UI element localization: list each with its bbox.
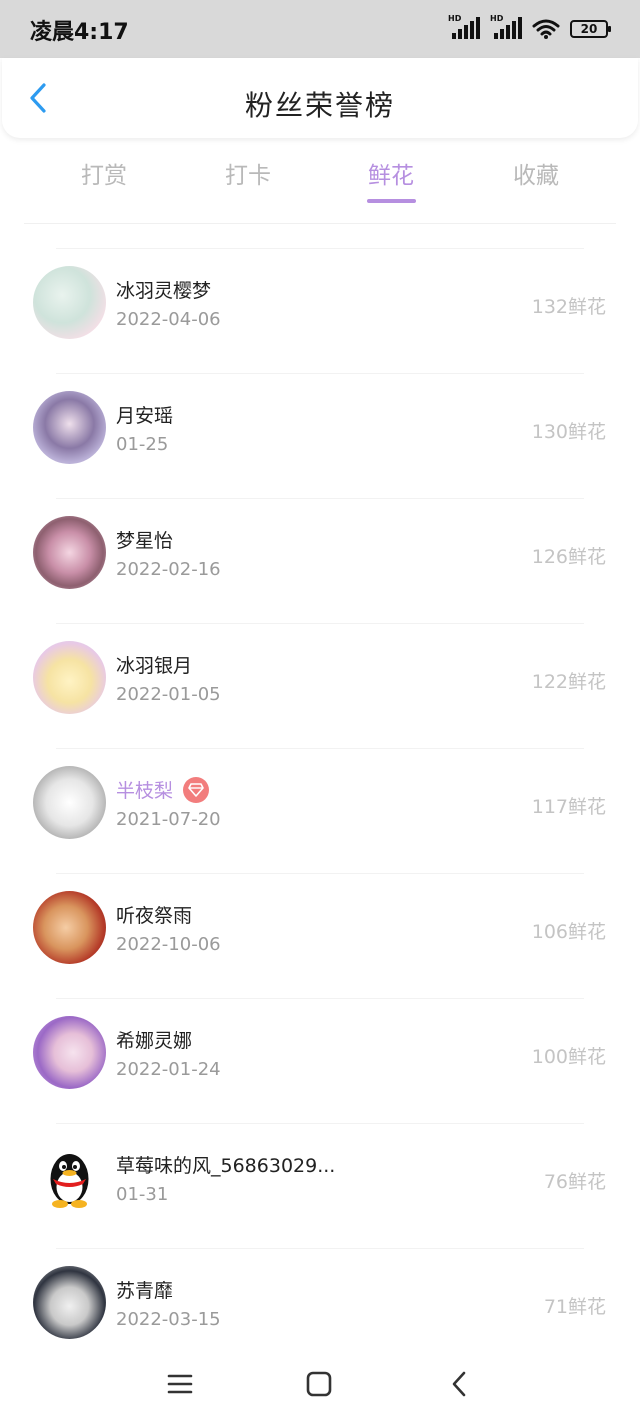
fan-date: 2022-01-24 <box>116 1059 221 1080</box>
list-item[interactable]: 希娜灵娜 2022-01-24 100鲜花 <box>0 990 640 1115</box>
divider <box>56 498 584 499</box>
flower-count: 126鲜花 <box>531 546 606 568</box>
list-item[interactable]: 梦星怡 2022-02-16 126鲜花 <box>0 490 640 615</box>
fan-name: 梦星怡 <box>116 530 174 552</box>
tab-active-indicator <box>367 199 416 203</box>
fan-date: 01-25 <box>116 434 169 455</box>
avatar[interactable] <box>33 766 106 839</box>
tab-favorites[interactable]: 收藏 <box>486 156 586 190</box>
tab-checkin[interactable]: 打卡 <box>198 156 298 190</box>
fan-date: 01-31 <box>116 1184 169 1205</box>
fan-name: 听夜祭雨 <box>116 905 193 927</box>
list-item[interactable]: 月安瑶 01-25 130鲜花 <box>0 365 640 490</box>
avatar[interactable] <box>33 516 106 589</box>
battery-icon: 20 <box>570 20 611 38</box>
tab-bar: 打赏 打卡 鲜花 收藏 <box>0 150 640 210</box>
divider <box>56 248 584 249</box>
flower-count: 132鲜花 <box>531 296 606 318</box>
fan-name: 希娜灵娜 <box>116 1030 193 1052</box>
menu-icon <box>167 1374 193 1394</box>
list-item[interactable]: 冰羽灵樱梦 2022-04-06 132鲜花 <box>0 240 640 365</box>
header: 粉丝荣誉榜 <box>2 58 638 138</box>
flower-count: 130鲜花 <box>531 421 606 443</box>
divider <box>56 373 584 374</box>
flower-count: 100鲜花 <box>531 1046 606 1068</box>
fan-name: 冰羽银月 <box>116 655 193 677</box>
fan-date: 2022-10-06 <box>116 934 221 955</box>
list-item[interactable]: 听夜祭雨 2022-10-06 106鲜花 <box>0 865 640 990</box>
flower-count: 76鲜花 <box>543 1171 606 1193</box>
vip-badge-icon <box>183 776 210 803</box>
penguin-icon <box>50 1154 89 1208</box>
status-bar: 凌晨4:17 HD HD 20 <box>0 0 640 58</box>
tab-reward[interactable]: 打赏 <box>54 156 154 190</box>
system-nav-bar <box>0 1350 640 1423</box>
fan-name: 冰羽灵樱梦 <box>116 280 212 302</box>
flower-count: 117鲜花 <box>531 796 606 818</box>
divider <box>56 748 584 749</box>
flower-count: 122鲜花 <box>531 671 606 693</box>
fan-name: 草莓味的风_56863029... <box>116 1155 336 1177</box>
flower-count: 106鲜花 <box>531 921 606 943</box>
status-icons: HD HD 20 <box>448 14 611 41</box>
fan-date: 2022-01-05 <box>116 684 221 705</box>
menu-button[interactable] <box>160 1366 200 1402</box>
avatar[interactable] <box>33 391 106 464</box>
fan-name: 月安瑶 <box>116 405 174 427</box>
fan-date: 2021-07-20 <box>116 809 221 830</box>
fan-date: 2022-02-16 <box>116 559 221 580</box>
avatar[interactable] <box>33 641 106 714</box>
list-item[interactable]: 冰羽银月 2022-01-05 122鲜花 <box>0 615 640 740</box>
fan-date: 2022-03-15 <box>116 1309 221 1330</box>
divider <box>56 998 584 999</box>
signal-hd-icon: HD <box>490 14 522 41</box>
divider <box>24 223 616 224</box>
divider <box>56 1248 584 1249</box>
list-item[interactable]: 半枝梨 2021-07-20 117鲜花 <box>0 740 640 865</box>
divider <box>56 1123 584 1124</box>
avatar[interactable] <box>33 1141 106 1214</box>
avatar[interactable] <box>33 1016 106 1089</box>
wifi-icon <box>532 19 560 39</box>
system-back-button[interactable] <box>439 1366 479 1402</box>
avatar[interactable] <box>33 1266 106 1339</box>
back-icon <box>452 1371 466 1397</box>
divider <box>56 623 584 624</box>
divider <box>56 873 584 874</box>
home-icon <box>306 1371 332 1397</box>
page-title: 粉丝荣誉榜 <box>244 89 395 122</box>
status-time: 凌晨4:17 <box>30 20 129 45</box>
fan-name: 苏青靡 <box>116 1280 174 1302</box>
fan-date: 2022-04-06 <box>116 309 221 330</box>
signal-hd-icon: HD <box>448 14 480 41</box>
avatar[interactable] <box>33 266 106 339</box>
list-item[interactable]: 草莓味的风_56863029... 01-31 76鲜花 <box>0 1115 640 1240</box>
tab-flowers[interactable]: 鲜花 <box>341 156 441 190</box>
list-item[interactable]: 苏青靡 2022-03-15 71鲜花 <box>0 1240 640 1365</box>
fan-name: 半枝梨 <box>116 780 174 802</box>
flower-count: 71鲜花 <box>543 1296 606 1318</box>
avatar[interactable] <box>33 891 106 964</box>
home-button[interactable] <box>299 1366 339 1402</box>
